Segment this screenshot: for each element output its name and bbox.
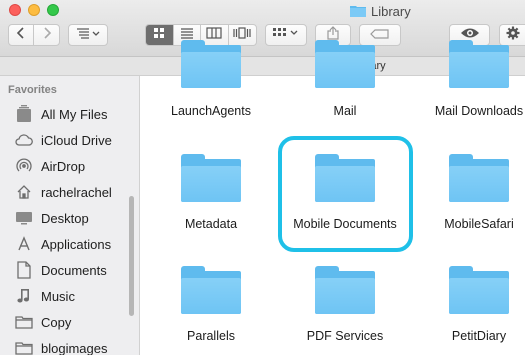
folder-item[interactable]: Parallels — [151, 266, 271, 343]
sidebar-item-desktop[interactable]: Desktop — [14, 207, 132, 229]
close-button[interactable] — [9, 4, 21, 16]
sidebar-item-copy[interactable]: Copy — [14, 311, 132, 333]
folder-name: MobileSafari — [444, 217, 514, 231]
airdrop-icon — [14, 157, 34, 175]
sidebar: Favorites All My Files iCloud Drive AirD… — [0, 76, 140, 355]
icon-view-icon — [153, 26, 165, 44]
folder-item[interactable]: PDF Services — [285, 266, 405, 343]
folder-item[interactable]: LaunchAgents — [151, 40, 271, 118]
folder-name: Metadata — [184, 217, 238, 231]
sidebar-item-label: AirDrop — [41, 158, 86, 174]
maximize-button[interactable] — [47, 4, 59, 16]
sidebar-item-label: iCloud Drive — [41, 132, 112, 148]
folder-name: PetitDiary — [451, 329, 507, 343]
folder-name: LaunchAgents — [171, 104, 251, 118]
sidebar-item-applications[interactable]: Applications — [14, 233, 132, 255]
folder-name: PDF Services — [306, 329, 384, 343]
chevron-left-icon — [16, 26, 26, 44]
folder-icon — [181, 266, 241, 314]
folder-item[interactable]: Metadata — [151, 154, 271, 231]
sidebar-item-label: Music — [41, 288, 75, 304]
window-title-text: Library — [371, 3, 411, 19]
folder-name: Mail — [333, 104, 357, 118]
sidebar-item-blogimages[interactable]: blogimages — [14, 337, 132, 355]
file-grid: LaunchAgents Mail Mail Downloads Metadat… — [141, 40, 525, 355]
sidebar-item-label: Desktop — [41, 210, 89, 226]
folder-icon — [14, 339, 34, 355]
music-icon — [14, 287, 34, 305]
folder-icon — [315, 266, 375, 314]
sidebar-item-documents[interactable]: Documents — [14, 259, 132, 281]
sidebar-item-label: Copy — [41, 314, 72, 330]
arrange-button[interactable] — [68, 24, 108, 46]
back-button[interactable] — [9, 25, 35, 45]
sidebar-item-label: All My Files — [41, 106, 108, 122]
home-icon — [14, 183, 34, 201]
window-title: Library — [350, 3, 411, 19]
chevron-right-icon — [42, 26, 52, 44]
sidebar-item-label: rachelrachel — [41, 184, 112, 200]
folder-icon — [14, 313, 34, 331]
folder-item[interactable]: Mail Downloads — [419, 40, 525, 118]
title-bar: Library — [0, 0, 525, 57]
sidebar-item-icloud-drive[interactable]: iCloud Drive — [14, 129, 132, 151]
sidebar-item-airdrop[interactable]: AirDrop — [14, 155, 132, 177]
sidebar-item-music[interactable]: Music — [14, 285, 132, 307]
minimize-button[interactable] — [28, 4, 40, 16]
sidebar-item-label: blogimages — [41, 340, 108, 355]
folder-name: Mobile Documents — [293, 217, 397, 231]
folder-icon — [449, 40, 509, 88]
group-by-menu-icon — [272, 26, 300, 44]
sidebar-scrollbar[interactable] — [129, 196, 134, 316]
folder-item[interactable]: Mail — [285, 40, 405, 118]
sidebar-item-label: Documents — [41, 262, 107, 278]
sidebar-item-label: Applications — [41, 236, 112, 252]
folder-icon — [350, 5, 366, 17]
desktop-icon — [14, 209, 34, 227]
sidebar-item-all-my-files[interactable]: All My Files — [14, 103, 132, 125]
sidebar-heading: Favorites — [8, 84, 57, 96]
folder-icon — [181, 154, 241, 202]
path-bar: Library — [0, 57, 525, 76]
all-files-icon — [14, 105, 34, 123]
folder-item[interactable]: MobileSafari — [419, 154, 525, 231]
folder-icon — [315, 154, 375, 202]
icon-view-button[interactable] — [146, 25, 174, 45]
sidebar-item-home[interactable]: rachelrachel — [14, 181, 132, 203]
forward-button[interactable] — [34, 25, 59, 45]
group-by-button[interactable] — [265, 24, 307, 46]
applications-icon — [14, 235, 34, 253]
folder-icon — [181, 40, 241, 88]
folder-item[interactable]: PetitDiary — [419, 266, 525, 343]
folder-icon — [449, 266, 509, 314]
documents-icon — [14, 261, 34, 279]
folder-name: Mail Downloads — [434, 104, 524, 118]
cloud-icon — [14, 131, 34, 149]
folder-icon — [315, 40, 375, 88]
arrange-menu-icon — [75, 26, 101, 44]
folder-item-selected[interactable]: Mobile Documents — [285, 154, 405, 231]
folder-icon — [449, 154, 509, 202]
folder-name: Parallels — [187, 329, 235, 343]
nav-buttons — [8, 24, 60, 46]
